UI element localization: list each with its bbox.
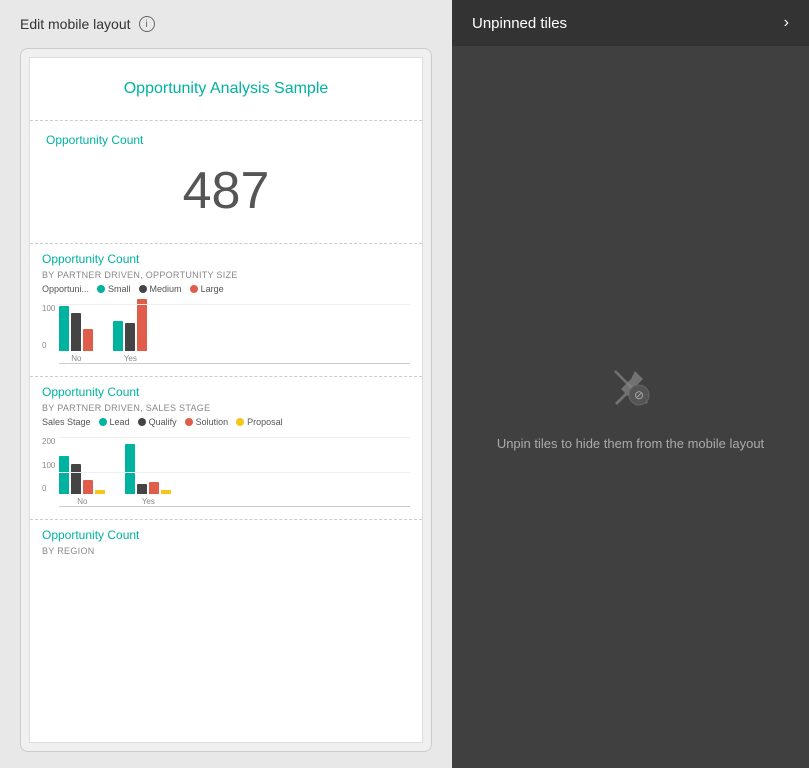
bar-yes-medium: [125, 323, 135, 351]
large-dot: [190, 285, 198, 293]
chart1-y-labels: 100 0: [42, 304, 55, 364]
chart2-bar-yes-label: Yes: [142, 497, 155, 506]
bar-group-yes: Yes: [113, 299, 147, 363]
chart2-subtitle: BY PARTNER DRIVEN, SALES STAGE: [42, 403, 410, 413]
bar-group-no: No: [59, 306, 93, 363]
chart2-tile[interactable]: Opportunity Count BY PARTNER DRIVEN, SAL…: [30, 377, 422, 520]
bar-group-yes-bars: [113, 299, 147, 351]
chart2-title: Opportunity Count: [42, 385, 410, 399]
proposal-dot: [236, 418, 244, 426]
count-value: 487: [46, 151, 406, 231]
chart2-bar-group-no: No: [59, 456, 105, 506]
grid-top2: [59, 437, 410, 438]
right-panel-body: ⊘ Unpin tiles to hide them from the mobi…: [452, 46, 809, 768]
mobile-content: Opportunity Analysis Sample Opportunity …: [29, 57, 423, 743]
small-dot: [97, 285, 105, 293]
bar2-no-solution: [83, 480, 93, 494]
chart1-area: 100 0 No: [42, 298, 410, 368]
bar-yes-label: Yes: [124, 354, 137, 363]
chart1-legend-prefix: Opportuni...: [42, 284, 89, 294]
chart1-tile[interactable]: Opportunity Count BY PARTNER DRIVEN, OPP…: [30, 244, 422, 377]
bar-no-label: No: [71, 354, 81, 363]
chart2-area: 200 100 0: [42, 431, 410, 511]
qualify-dot: [138, 418, 146, 426]
medium-dot: [139, 285, 147, 293]
bar2-no-proposal: [95, 490, 105, 494]
chart1-legend-small: Small: [97, 284, 131, 294]
bar2-yes-proposal: [161, 490, 171, 494]
count-label: Opportunity Count: [46, 133, 406, 147]
right-panel: Unpinned tiles › ⊘ Unpin tiles to hide t…: [452, 0, 809, 768]
chart2-bar-group-yes: Yes: [125, 444, 171, 506]
bar2-no-lead: [59, 456, 69, 494]
count-tile[interactable]: Opportunity Count 487: [30, 121, 422, 244]
chart1-legend-medium: Medium: [139, 284, 182, 294]
chart3-subtitle: BY REGION: [42, 546, 410, 556]
chart2-legend-qualify: Qualify: [138, 417, 177, 427]
bar2-yes-lead: [125, 444, 135, 494]
chart2-bar-group-yes-bars: [125, 444, 171, 494]
bar2-yes-solution: [149, 482, 159, 494]
edit-mobile-layout-title: Edit mobile layout: [20, 16, 131, 32]
bar-no-medium: [71, 313, 81, 351]
grid-mid2: [59, 472, 410, 473]
bar-yes-large: [137, 299, 147, 351]
solution-dot: [185, 418, 193, 426]
chart1-legend-large: Large: [190, 284, 224, 294]
mobile-frame: Opportunity Analysis Sample Opportunity …: [20, 48, 432, 752]
bar2-no-qualify: [71, 464, 81, 494]
info-icon[interactable]: i: [139, 16, 155, 32]
bar2-yes-qualify: [137, 484, 147, 494]
chart2-legend: Sales Stage Lead Qualify Solution: [42, 417, 410, 427]
report-title: Opportunity Analysis Sample: [46, 70, 406, 108]
unpin-description: Unpin tiles to hide them from the mobile…: [477, 436, 784, 451]
chart3-tile[interactable]: Opportunity Count BY REGION: [30, 520, 422, 742]
right-arrow-icon[interactable]: ›: [784, 14, 789, 32]
bar-no-small: [59, 306, 69, 351]
unpinned-tiles-title: Unpinned tiles: [472, 15, 567, 32]
chart2-legend-solution: Solution: [185, 417, 229, 427]
chart2-bar-no-label: No: [77, 497, 87, 506]
grid-top: [59, 304, 410, 305]
svg-text:⊘: ⊘: [633, 388, 643, 402]
lead-dot: [99, 418, 107, 426]
chart2-legend-proposal: Proposal: [236, 417, 283, 427]
chart1-title: Opportunity Count: [42, 252, 410, 266]
chart1-legend: Opportuni... Small Medium Large: [42, 284, 410, 294]
bar-no-large: [83, 329, 93, 351]
chart1-bars: No Yes: [59, 304, 410, 364]
chart2-legend-lead: Lead: [99, 417, 130, 427]
chart2-y-labels: 200 100 0: [42, 437, 55, 507]
chart3-title: Opportunity Count: [42, 528, 410, 542]
unpin-icon: ⊘: [607, 363, 655, 420]
chart2-bar-group-no-bars: [59, 456, 105, 494]
title-tile[interactable]: Opportunity Analysis Sample: [30, 58, 422, 121]
chart1-subtitle: BY PARTNER DRIVEN, OPPORTUNITY SIZE: [42, 270, 410, 280]
left-panel-header: Edit mobile layout i: [20, 16, 432, 32]
chart2-legend-prefix: Sales Stage: [42, 417, 91, 427]
bar-yes-small: [113, 321, 123, 351]
right-panel-header[interactable]: Unpinned tiles ›: [452, 0, 809, 46]
left-panel: Edit mobile layout i Opportunity Analysi…: [0, 0, 452, 768]
bar-group-no-bars: [59, 306, 93, 351]
chart2-bars: No Yes: [59, 437, 410, 507]
